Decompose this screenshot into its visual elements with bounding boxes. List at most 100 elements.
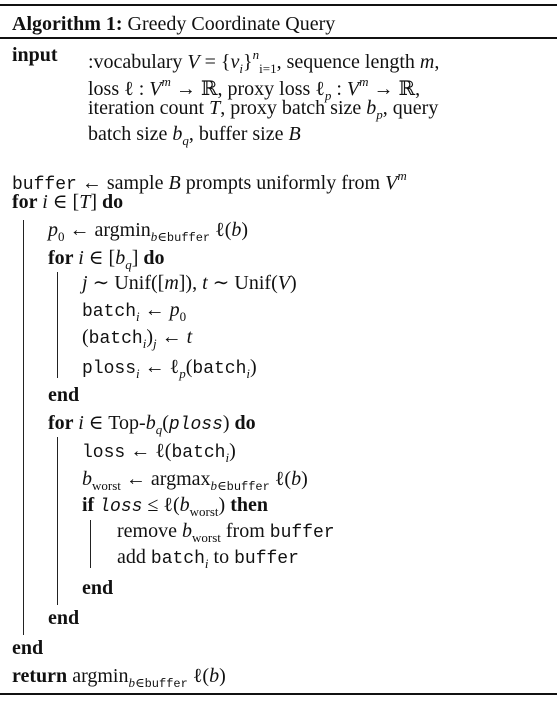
expression-part: from [220, 520, 270, 542]
expression-part: V [385, 172, 398, 194]
expression-part: b [172, 123, 183, 145]
expression-part: , proxy batch size [220, 97, 367, 119]
expression-part: buffer [226, 480, 270, 494]
expression-part: ← ℓ( [125, 440, 172, 462]
expression-part: T [79, 191, 91, 213]
expression-part: ← ℓ [139, 356, 180, 378]
expression-part: ℓ( [269, 468, 292, 490]
expression-part: t [186, 326, 193, 348]
expression-part: worst [92, 478, 121, 493]
expression-part: batch [150, 549, 205, 569]
expression-part: buffer [144, 677, 188, 691]
algorithm-line: batch size bq, buffer size B [88, 122, 301, 153]
expression-part: buffer [166, 231, 211, 245]
keyword: then [230, 494, 269, 516]
expression-part: ]), [178, 272, 203, 294]
top-rule [0, 4, 557, 6]
expression-part: , query [382, 97, 439, 119]
algorithm-title: Algorithm 1: Greedy Coordinate Query [12, 12, 335, 36]
keyword: input [12, 44, 58, 66]
expression-part: ∈ Top- [83, 412, 146, 434]
expression-part: ) [301, 468, 308, 490]
expression-part: b [231, 219, 242, 241]
algorithm-line: end [12, 636, 43, 660]
expression-part: ∈ [ [47, 191, 80, 213]
expression-part: b [366, 97, 377, 119]
expression-part: , buffer size [188, 123, 289, 145]
bottom-rule [0, 693, 557, 695]
expression-part: B [168, 172, 181, 194]
expression-part: ∈ [ [83, 247, 116, 269]
expression-part: ≤ ℓ( [142, 494, 180, 516]
keyword: do [234, 412, 256, 434]
keyword: do [143, 247, 165, 269]
expression-part: m [161, 74, 171, 89]
keyword: do [102, 191, 124, 213]
expression-part: to [208, 546, 235, 568]
expression-part: loss [99, 497, 143, 517]
expression-part: ← argmin [64, 219, 151, 241]
expression-part: b [82, 468, 92, 490]
keyword: end [12, 637, 44, 659]
expression-part: B [288, 123, 301, 145]
title-rule [0, 37, 557, 39]
algorithm-line: loss ← ℓ(batchi) [82, 439, 236, 470]
keyword: return [12, 665, 73, 687]
algorithm-line: (batchi)j ← t [82, 325, 192, 356]
expression-part: T [209, 97, 221, 119]
expression-part: 0 [179, 309, 187, 324]
expression-part: ∼ Unif([ [87, 272, 165, 294]
expression-part: ) [241, 219, 249, 241]
expression-part: ) [146, 326, 153, 348]
algorithm-line: plossi ← ℓp(batchi) [82, 355, 257, 386]
expression-part: ) [218, 494, 231, 516]
expression-part: ℓ( [210, 219, 232, 241]
expression-part: ploss [82, 359, 137, 379]
expression-part: batch [192, 359, 247, 379]
expression-part: ← [139, 299, 170, 321]
inner-for-bar [57, 437, 58, 605]
expression-part: V [277, 272, 290, 294]
expression-part: remove [117, 520, 182, 542]
expression-part: buffer [269, 523, 335, 543]
expression-part: ploss [168, 415, 223, 435]
algorithm-line: end [48, 383, 79, 407]
expression-part: m [397, 168, 407, 183]
expression-part: b [181, 520, 192, 542]
expression-part: worst [189, 504, 219, 519]
expression-part: batch [82, 302, 137, 322]
keyword: for [48, 247, 79, 269]
expression-part: p [169, 299, 180, 321]
algorithm-line: end [48, 606, 79, 630]
for-loop-bar [23, 220, 24, 635]
algorithm-line: end [82, 576, 113, 600]
expression-part: worst [191, 530, 221, 545]
expression-part: m [359, 74, 369, 89]
expression-part: iteration count [88, 97, 210, 119]
expression-part: ( [82, 326, 89, 348]
expression-part: b [179, 494, 190, 516]
expression-part: prompts uniformly from [180, 172, 386, 194]
expression-part: buffer [234, 549, 299, 569]
keyword: end [82, 577, 114, 599]
if-bar [90, 520, 91, 568]
expression-part: m [164, 272, 179, 294]
expression-part: ( [162, 412, 169, 434]
expression-part: ∈ [157, 229, 167, 244]
keyword: end [48, 384, 80, 406]
expression-part: ← [156, 326, 187, 348]
expression-part: , [434, 51, 440, 73]
expression-part: batch [171, 443, 226, 463]
expression-part: loss [82, 443, 126, 463]
expression-part: ∈ [217, 478, 227, 493]
expression-part: b [115, 247, 126, 269]
expression-part: b [145, 412, 156, 434]
expression-part: ← argmax [120, 468, 211, 490]
expression-part: ) [222, 412, 235, 434]
expression-part: b [209, 665, 220, 687]
expression-part: m [419, 51, 435, 73]
algorithm-label: Algorithm 1: [12, 13, 123, 35]
algorithm-line: j ∼ Unif([m]), t ∼ Unif(V) [82, 271, 297, 295]
expression-part: p [48, 219, 58, 241]
expression-part: ] [90, 191, 103, 213]
